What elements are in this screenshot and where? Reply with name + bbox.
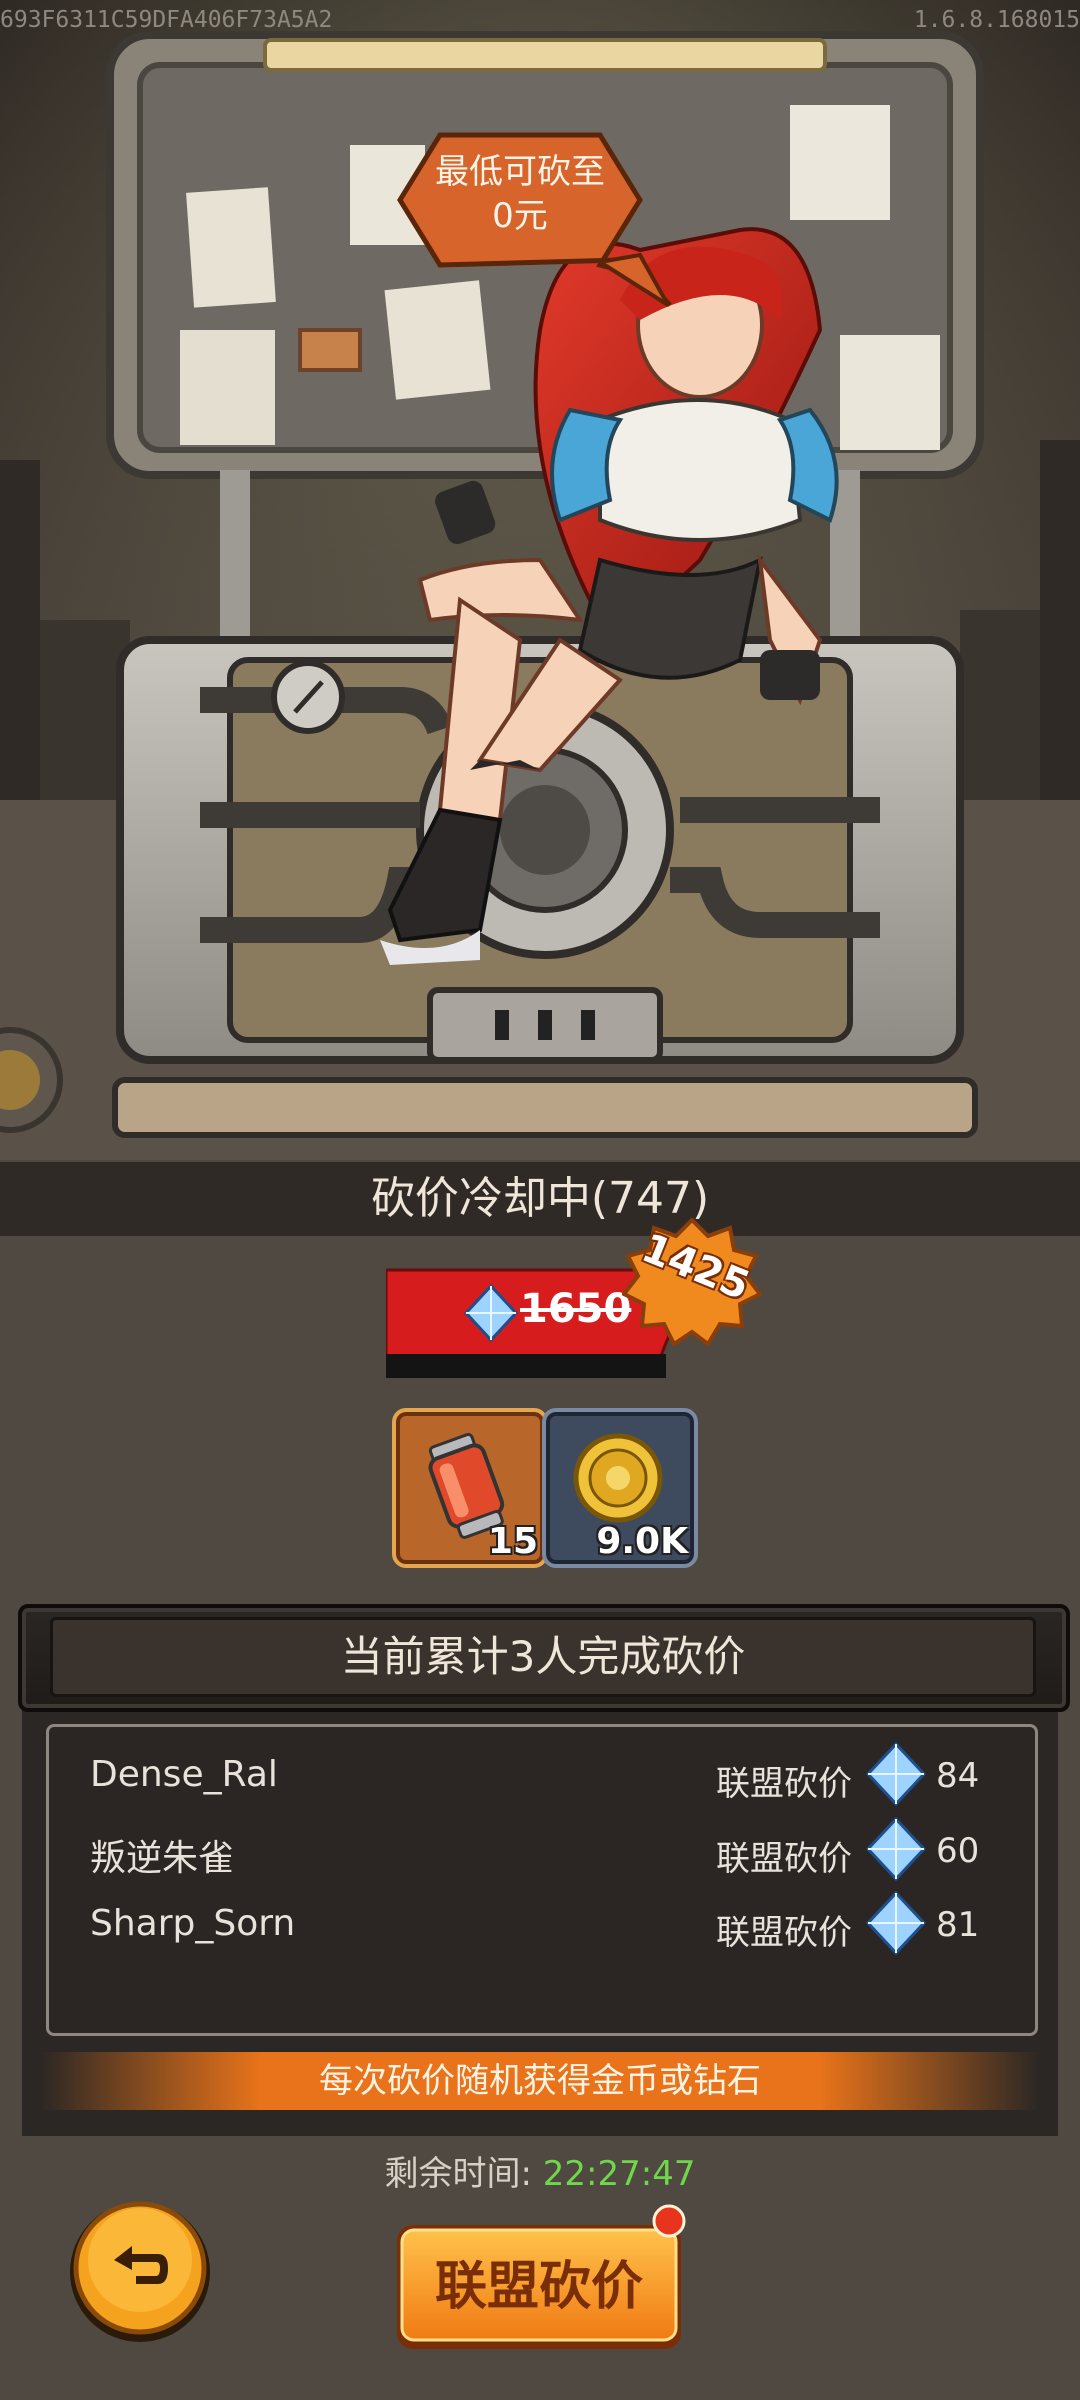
- bargain-tip-banner: 每次砍价随机获得金币或钻石: [319, 2061, 761, 2101]
- diamond-icon: [865, 1891, 927, 1955]
- speech-bubble-line2: 0元: [492, 196, 548, 236]
- bargain-value: 81: [936, 1905, 980, 1945]
- list-item: Sharp_Sorn 联盟砍价 81: [90, 1891, 990, 1957]
- gold-coin-icon: [573, 1433, 663, 1523]
- device-id: 693F6311C59DFA406F73A5A2: [0, 7, 333, 33]
- notification-dot-icon: [652, 2204, 686, 2238]
- timer-label: 剩余时间:: [384, 2154, 532, 2194]
- player-name: Sharp_Sorn: [90, 1903, 296, 1944]
- player-name: 叛逆朱雀: [90, 1838, 235, 1879]
- list-item: 叛逆朱雀 联盟砍价 60: [90, 1817, 990, 1883]
- player-name: Dense_Ral: [90, 1754, 278, 1795]
- alliance-bargain-label: 联盟砍价: [434, 2257, 643, 2317]
- diamond-icon: [865, 1817, 927, 1881]
- remaining-time: 剩余时间: 22:27:47: [0, 2146, 1080, 2195]
- bargain-label: 联盟砍价: [716, 1839, 852, 1879]
- cooldown-status: 砍价冷却中(747): [0, 1162, 1080, 1236]
- version-label: 1.6.8.168015: [913, 7, 1080, 33]
- original-price: 1650: [520, 1286, 632, 1332]
- reward-slot-energy[interactable]: 15: [392, 1408, 548, 1568]
- diamond-icon: [865, 1742, 927, 1806]
- bargain-label: 联盟砍价: [716, 1764, 852, 1804]
- speech-bubble: 最低可砍至 0元: [410, 150, 630, 238]
- list-item: Dense_Ral 联盟砍价 84: [90, 1742, 990, 1808]
- bargain-value: 84: [936, 1756, 980, 1796]
- diamond-icon: [463, 1284, 519, 1342]
- speech-bubble-line1: 最低可砍至: [435, 152, 605, 192]
- bargain-label: 联盟砍价: [716, 1913, 852, 1953]
- energy-count: 15: [487, 1521, 538, 1562]
- timer-value: 22:27:47: [542, 2154, 696, 2194]
- back-button[interactable]: [66, 2198, 214, 2346]
- debug-id-strip: 693F6311C59DFA406F73A5A2 1.6.8.168015: [0, 0, 1080, 40]
- bargain-value: 60: [936, 1831, 980, 1871]
- gold-count: 9.0K: [596, 1521, 688, 1562]
- panel-title: 当前累计3人完成砍价: [50, 1617, 1036, 1697]
- reward-slot-gold[interactable]: 9.0K: [542, 1408, 698, 1568]
